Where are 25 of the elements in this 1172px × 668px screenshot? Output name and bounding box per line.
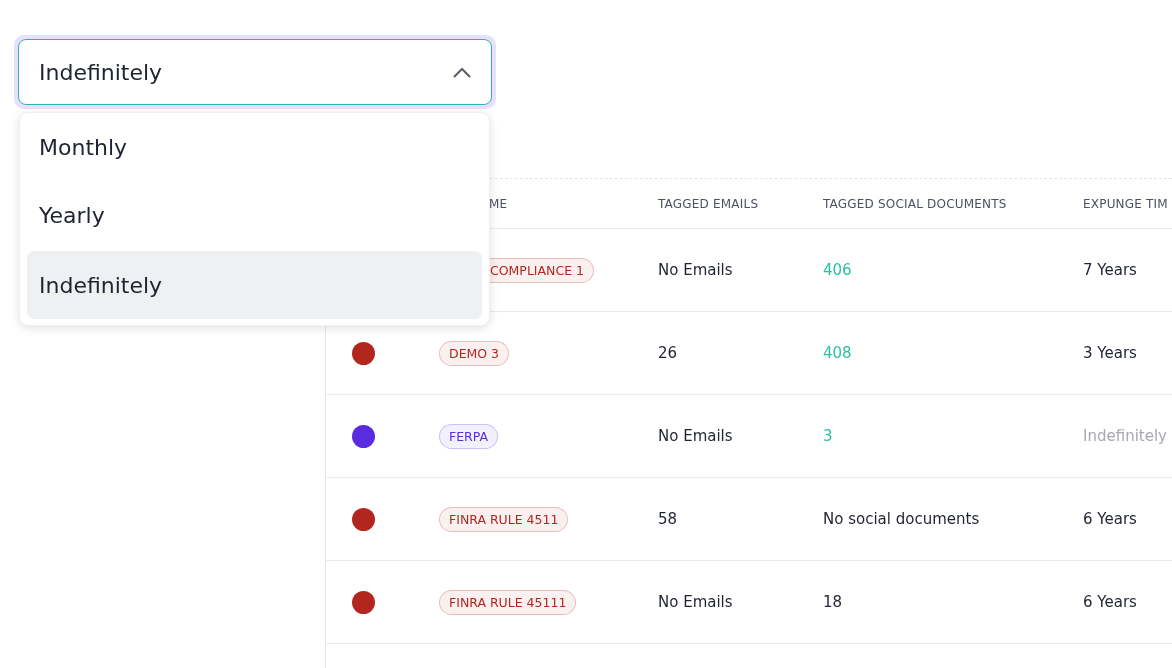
column-header: TAGGED EMAILS bbox=[658, 196, 760, 211]
table-cell: 6 Years bbox=[1083, 510, 1137, 528]
select-value: Indefinitely bbox=[39, 59, 163, 85]
table-cell: 7 Years bbox=[1083, 261, 1137, 279]
menu-option[interactable]: Monthly bbox=[27, 113, 482, 181]
column-header: ME bbox=[489, 196, 509, 211]
menu-option[interactable]: Yearly bbox=[27, 181, 482, 249]
tag-label: FINRA RULE 4511 bbox=[439, 506, 569, 532]
column-header: EXPUNGE TIM bbox=[1083, 196, 1169, 211]
table-cell: No Emails bbox=[658, 593, 733, 611]
tag-label: FINRA RULE 45111 bbox=[439, 589, 577, 615]
menu-option[interactable]: Indefinitely bbox=[27, 251, 482, 319]
table-cell: Indefinitely bbox=[1083, 427, 1167, 445]
select-field[interactable]: Indefinitely bbox=[18, 39, 492, 105]
column-header: TAGGED SOCIAL DOCUMENTS bbox=[823, 196, 1008, 211]
table-cell: 26 bbox=[658, 344, 678, 362]
table-cell: 18 bbox=[823, 593, 843, 611]
table-cell: No Emails bbox=[658, 261, 733, 279]
table-cell: 6 Years bbox=[1083, 593, 1137, 611]
table-cell: No Emails bbox=[658, 427, 733, 445]
table-cell: 58 bbox=[658, 510, 678, 528]
tag-label: DEMO 3 bbox=[439, 340, 510, 366]
tag-label: FERPA bbox=[439, 423, 499, 449]
table-cell: 3 Years bbox=[1083, 344, 1137, 362]
table-cell: No social documents bbox=[823, 510, 980, 528]
